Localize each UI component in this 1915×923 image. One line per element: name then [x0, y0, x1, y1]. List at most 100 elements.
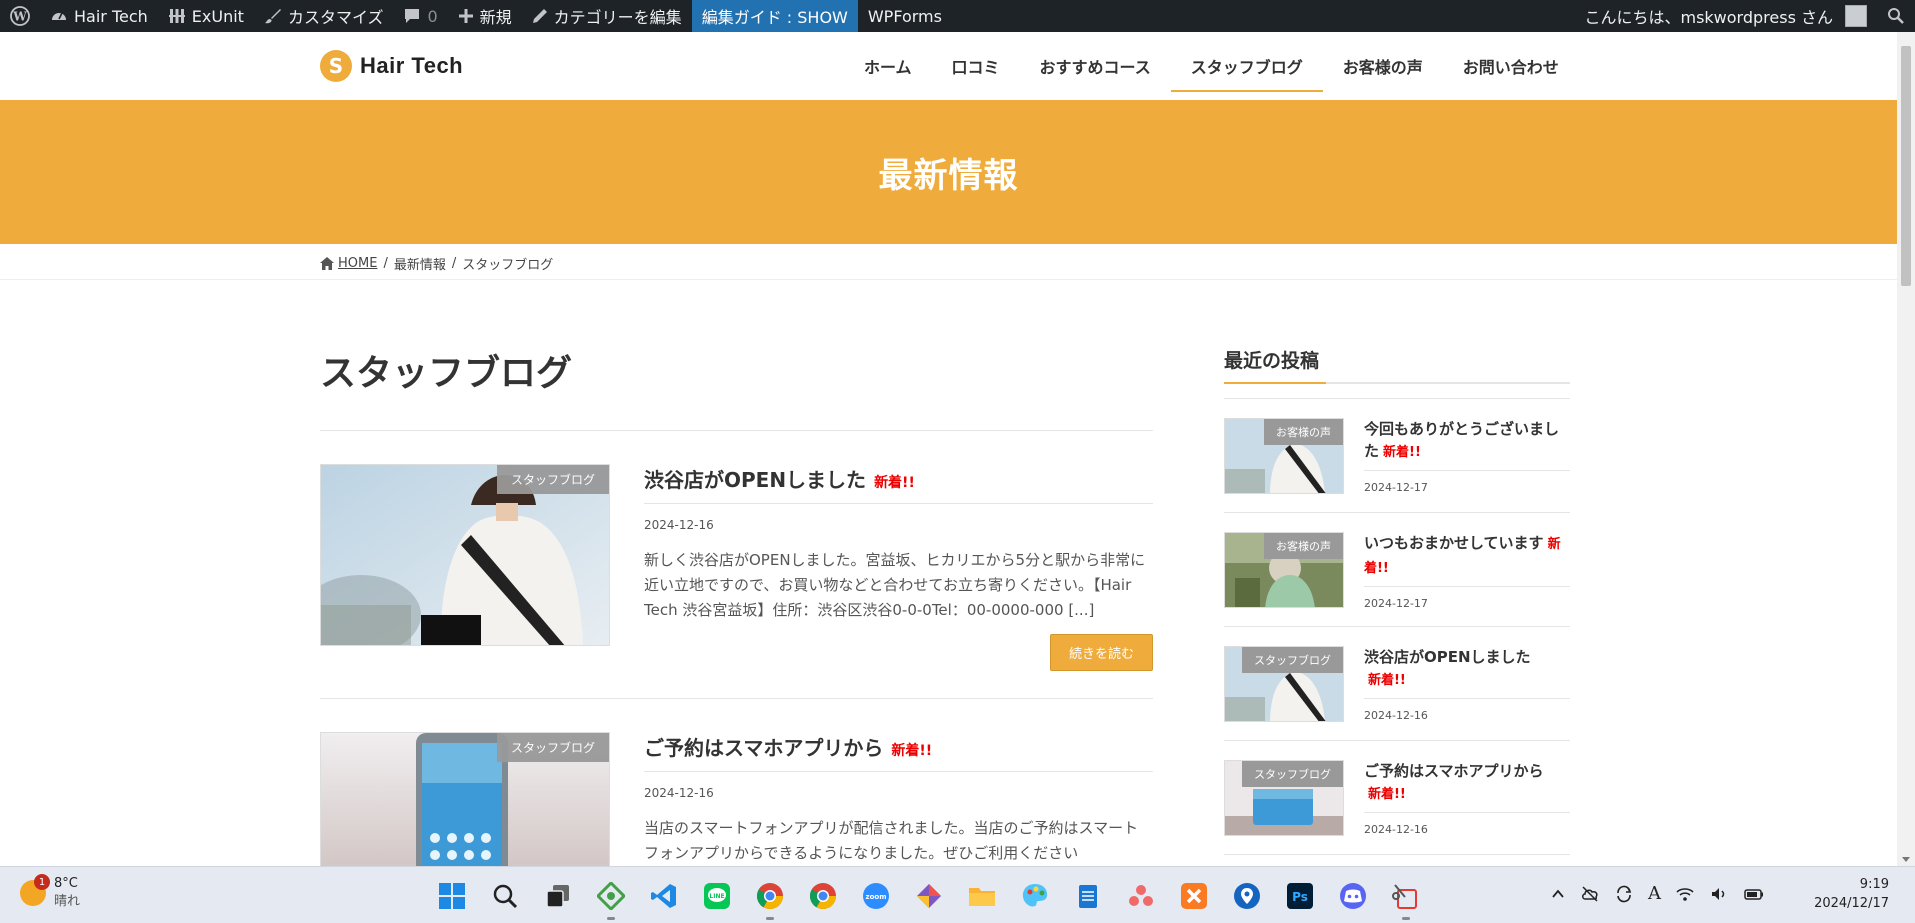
weather-widget[interactable]: 1 8°C 晴れ	[20, 874, 80, 911]
page-header-title: 最新情報	[878, 155, 1019, 196]
clock-date: 2024/12/17	[1814, 896, 1889, 911]
wpforms-menu[interactable]: WPForms	[858, 0, 952, 32]
taskbar-asana[interactable]	[1121, 876, 1161, 916]
scroll-down-icon[interactable]	[1902, 857, 1910, 862]
edit-category-label: カテゴリーを編集	[553, 8, 682, 27]
recent-post-item[interactable]: スタッフブログ 渋谷店がOPENしました 新着!! 2024-12-16	[1224, 646, 1570, 736]
sync-icon[interactable]	[1614, 884, 1634, 904]
recent-post-item[interactable]: お客様の声 今回もありがとうございました 新着!! 2024-12-17	[1224, 418, 1570, 508]
wifi-icon[interactable]	[1675, 884, 1695, 904]
taskbar-photoshop[interactable]: Ps	[1280, 876, 1320, 916]
taskbar-paint[interactable]	[1015, 876, 1055, 916]
post-title[interactable]: 渋谷店がOPENしました 新着!!	[644, 464, 1153, 504]
ime-indicator[interactable]: A	[1648, 883, 1661, 904]
taskbar-chrome[interactable]	[803, 876, 843, 916]
post-thumbnail[interactable]: スタッフブログ	[320, 464, 610, 646]
taskbar-maps[interactable]	[1227, 876, 1267, 916]
category-badge: スタッフブログ	[496, 733, 609, 762]
recent-post-thumbnail: お客様の声	[1224, 418, 1344, 494]
system-clock[interactable]: 9:19 2024/12/17	[1814, 875, 1889, 913]
nav-recommended-course[interactable]: おすすめコース	[1020, 32, 1171, 100]
svg-text:LINE: LINE	[709, 893, 724, 900]
category-badge: お客様の声	[1264, 419, 1343, 445]
recent-post-item[interactable]: お客様の声 いつもおまかせしています 新着!! 2024-12-17	[1224, 532, 1570, 622]
task-view-button[interactable]	[538, 876, 578, 916]
taskbar-snipping-tool[interactable]	[1386, 876, 1426, 920]
edit-category-menu[interactable]: カテゴリーを編集	[522, 0, 692, 32]
page-scrollbar[interactable]	[1897, 32, 1915, 866]
running-indicator	[766, 917, 774, 920]
snipping-icon	[1392, 884, 1417, 909]
svg-text:W: W	[12, 10, 27, 24]
divider	[320, 430, 1153, 431]
greeting: こんにちは、mskwordpress さん	[1584, 8, 1833, 27]
taskbar-notepad[interactable]	[1068, 876, 1108, 916]
sidebar-title: 最近の投稿	[1224, 350, 1320, 372]
taskbar-line[interactable]: LINE	[697, 876, 737, 916]
breadcrumb-separator: /	[383, 256, 388, 271]
post-body: 渋谷店がOPENしました 新着!! 2024-12-16 新しく渋谷店がOPEN…	[644, 464, 1153, 623]
cloud-off-icon[interactable]	[1580, 884, 1600, 904]
nav-reviews[interactable]: 口コミ	[932, 32, 1020, 100]
taskbar-discord[interactable]	[1333, 876, 1373, 916]
category-badge: スタッフブログ	[1242, 647, 1343, 673]
taskbar-vscode[interactable]	[644, 876, 684, 916]
recent-post-title: 今回もありがとうございました 新着!!	[1364, 418, 1570, 471]
notification-badge: 1	[34, 874, 50, 890]
nav-home[interactable]: ホーム	[844, 32, 932, 100]
taskbar-xampp[interactable]	[1174, 876, 1214, 916]
battery-icon[interactable]	[1743, 884, 1765, 904]
recent-post-title-text: ご予約はスマホアプリから	[1364, 762, 1544, 780]
wp-logo-menu[interactable]: W	[0, 0, 40, 32]
breadcrumb-home[interactable]: HOME	[320, 256, 377, 271]
task-view-icon	[546, 885, 569, 908]
post-thumbnail[interactable]: スタッフブログ	[320, 732, 610, 866]
archive-title: スタッフブログ	[320, 353, 573, 394]
customize-menu[interactable]: カスタマイズ	[254, 0, 394, 32]
pencil-icon	[532, 9, 547, 23]
site-header: S Hair Tech ホーム 口コミ おすすめコース スタッフブログ お客様の…	[0, 32, 1897, 100]
admin-search[interactable]	[1877, 0, 1915, 32]
nav-contact[interactable]: お問い合わせ	[1443, 32, 1579, 100]
taskbar-sourcetree[interactable]	[909, 876, 949, 916]
taskbar-app-green[interactable]	[591, 876, 631, 920]
windows-taskbar: 1 8°C 晴れ LINE zoom Ps A 9:19 2024/12/17	[0, 866, 1915, 923]
taskbar-chrome-profile[interactable]	[750, 876, 790, 920]
read-more-button[interactable]: 続きを読む	[1049, 634, 1153, 671]
admin-bar-right: こんにちは、mskwordpress さん	[1574, 0, 1915, 32]
recent-post-item[interactable]: スタッフブログ ご予約はスマホアプリから 新着!! 2024-12-16	[1224, 760, 1570, 850]
nav-customer-voice[interactable]: お客様の声	[1323, 32, 1443, 100]
wpforms-label: WPForms	[867, 6, 942, 26]
taskbar-zoom[interactable]: zoom	[856, 876, 896, 916]
photoshop-icon: Ps	[1287, 883, 1313, 909]
breadcrumb-latest[interactable]: 最新情報	[394, 254, 446, 273]
site-name-menu[interactable]: Hair Tech	[40, 0, 158, 32]
breadcrumb: HOME / 最新情報 / スタッフブログ	[0, 244, 1897, 280]
post-card: スタッフブログ 渋谷店がOPENしました 新着!! 2024-12-16 新しく…	[320, 464, 1153, 704]
logo-mark-icon: S	[320, 50, 352, 82]
chrome-icon	[756, 883, 784, 910]
git-app-icon	[917, 884, 941, 908]
chevron-up-icon[interactable]	[1550, 886, 1566, 902]
recent-post-title: 渋谷店がOPENしました 新着!!	[1364, 646, 1570, 699]
system-tray: A	[1550, 883, 1765, 904]
nav-staff-blog[interactable]: スタッフブログ	[1170, 32, 1323, 100]
recent-post-date: 2024-12-17	[1364, 597, 1428, 610]
post-title[interactable]: ご予約はスマホアプリから 新着!!	[644, 732, 1153, 772]
comments-menu[interactable]: 0	[393, 0, 447, 32]
search-button[interactable]	[485, 876, 525, 916]
new-content-menu[interactable]: 新規	[448, 0, 522, 32]
new-label: 新着!!	[1383, 445, 1421, 460]
recent-post-thumbnail: スタッフブログ	[1224, 760, 1344, 836]
my-account-menu[interactable]: こんにちは、mskwordpress さん	[1574, 0, 1877, 32]
recent-post-title: ご予約はスマホアプリから 新着!!	[1364, 760, 1570, 813]
taskbar-file-explorer[interactable]	[962, 876, 1002, 916]
site-logo[interactable]: S Hair Tech	[320, 50, 463, 82]
start-button[interactable]	[432, 876, 472, 916]
exunit-menu[interactable]: ExUnit	[158, 0, 254, 32]
admin-bar: W Hair Tech ExUnit カスタマイズ 0 新規 カテゴリーを編集 …	[0, 0, 1915, 32]
recent-post-date: 2024-12-16	[1364, 709, 1428, 722]
scrollbar-thumb[interactable]	[1901, 46, 1911, 286]
edit-guide-toggle[interactable]: 編集ガイド : SHOW	[691, 0, 858, 32]
speaker-icon[interactable]	[1709, 884, 1729, 904]
